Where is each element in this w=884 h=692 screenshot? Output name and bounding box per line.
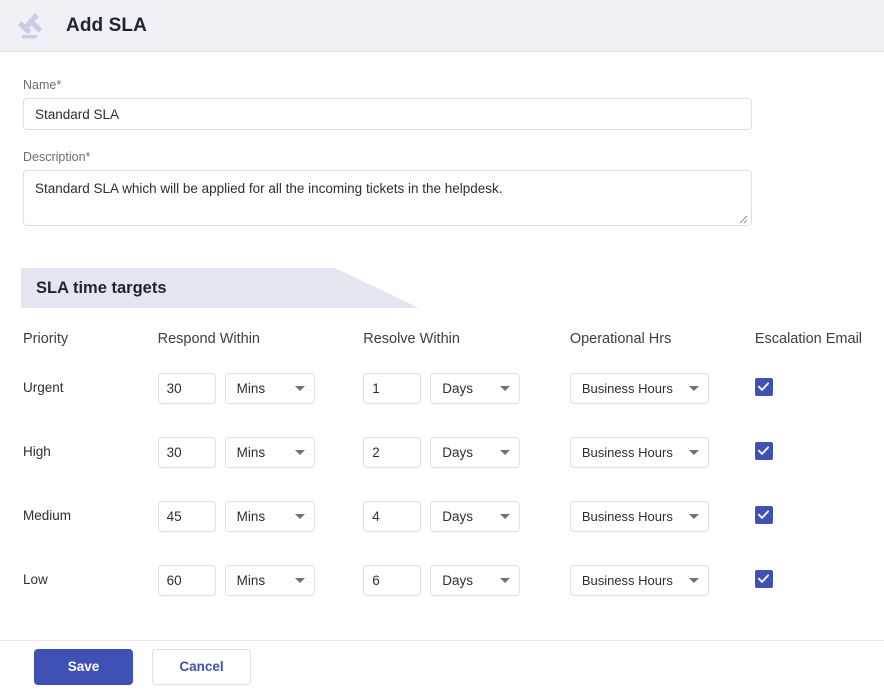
- chevron-down-icon: [294, 385, 305, 391]
- dialog-header: Add SLA: [0, 0, 884, 52]
- resolve-unit-label: Days: [442, 444, 473, 460]
- respond-within-cell: Mins: [135, 420, 341, 484]
- gavel-icon: [17, 9, 51, 43]
- respond-unit-select[interactable]: Mins: [224, 436, 315, 468]
- respond-value-input[interactable]: [157, 564, 216, 596]
- operational-hrs-label: Business Hours: [581, 380, 673, 396]
- resolve-value-input[interactable]: [363, 372, 422, 404]
- operational-hrs-cell: Business Hours: [547, 484, 732, 548]
- page-title: Add SLA: [66, 14, 147, 36]
- respond-within-cell: Mins: [135, 356, 341, 420]
- respond-unit-select[interactable]: Mins: [224, 500, 315, 532]
- escalation-email-cell: [732, 356, 884, 420]
- operational-hrs-cell: Business Hours: [547, 356, 732, 420]
- chevron-down-icon: [294, 513, 305, 519]
- priority-cell: High: [0, 420, 135, 484]
- resolve-within-cell: Days: [340, 484, 547, 548]
- save-button[interactable]: Save: [34, 648, 133, 685]
- description-label: Description*: [23, 150, 91, 164]
- resolve-unit-label: Days: [442, 380, 473, 396]
- respond-value-input[interactable]: [157, 436, 216, 468]
- chevron-down-icon: [688, 449, 699, 455]
- name-field-group: Name*: [0, 52, 884, 130]
- resolve-value-input[interactable]: [363, 564, 422, 596]
- priority-label: Medium: [23, 508, 72, 523]
- chevron-down-icon: [500, 385, 511, 391]
- escalation-email-checkbox[interactable]: [754, 377, 773, 396]
- resolve-unit-select[interactable]: Days: [430, 500, 521, 532]
- respond-within-cell: Mins: [135, 484, 341, 548]
- operational-hrs-cell: Business Hours: [547, 420, 732, 484]
- respond-unit-label: Mins: [236, 508, 266, 524]
- sla-targets-table: Priority Respond Within Resolve Within O…: [0, 322, 884, 612]
- resolve-unit-select[interactable]: Days: [430, 436, 521, 468]
- table-row: Low Mins Days: [0, 548, 884, 612]
- table-row: Urgent Mins Days: [0, 356, 884, 420]
- priority-cell: Medium: [0, 484, 135, 548]
- respond-unit-label: Mins: [236, 380, 266, 396]
- operational-hrs-cell: Business Hours: [547, 548, 732, 612]
- priority-label: Low: [23, 572, 48, 587]
- operational-hrs-label: Business Hours: [581, 572, 673, 588]
- column-header-escalation-email: Escalation Email: [754, 331, 863, 347]
- name-label: Name*: [23, 78, 62, 92]
- description-textarea-wrapper: Standard SLA which will be applied for a…: [23, 170, 752, 226]
- priority-cell: Low: [0, 548, 135, 612]
- priority-label: High: [23, 444, 51, 459]
- description-field-group: Description* Standard SLA which will be …: [0, 130, 884, 226]
- operational-hrs-label: Business Hours: [581, 444, 673, 460]
- priority-cell: Urgent: [0, 356, 135, 420]
- chevron-down-icon: [500, 513, 511, 519]
- resolve-value-input[interactable]: [363, 436, 422, 468]
- respond-value-input[interactable]: [157, 500, 216, 532]
- chevron-down-icon: [688, 577, 699, 583]
- escalation-email-cell: [732, 484, 884, 548]
- operational-hrs-select[interactable]: Business Hours: [569, 500, 709, 532]
- chevron-down-icon: [294, 577, 305, 583]
- chevron-down-icon: [500, 449, 511, 455]
- operational-hrs-select[interactable]: Business Hours: [569, 564, 709, 596]
- respond-within-cell: Mins: [135, 548, 341, 612]
- sla-time-targets-banner: SLA time targets: [21, 268, 421, 308]
- table-row: Medium Mins Days: [0, 484, 884, 548]
- resolve-unit-select[interactable]: Days: [430, 372, 521, 404]
- column-header-resolve-within: Resolve Within: [363, 331, 460, 347]
- priority-label: Urgent: [23, 380, 64, 395]
- banner-title: SLA time targets: [36, 279, 167, 297]
- escalation-email-checkbox[interactable]: [754, 441, 773, 460]
- table-row: High Mins Days: [0, 420, 884, 484]
- chevron-down-icon: [500, 577, 511, 583]
- operational-hrs-select[interactable]: Business Hours: [569, 436, 709, 468]
- resolve-within-cell: Days: [340, 356, 547, 420]
- cancel-button[interactable]: Cancel: [152, 648, 251, 685]
- chevron-down-icon: [294, 449, 305, 455]
- resolve-unit-label: Days: [442, 572, 473, 588]
- resolve-unit-select[interactable]: Days: [430, 564, 521, 596]
- escalation-email-cell: [732, 420, 884, 484]
- respond-unit-label: Mins: [236, 572, 266, 588]
- dialog-body: Name* Description* Standard SLA which wi…: [0, 52, 884, 640]
- name-input[interactable]: [23, 98, 752, 130]
- column-header-respond-within: Respond Within: [157, 331, 260, 347]
- respond-unit-label: Mins: [236, 444, 266, 460]
- table-header-row: Priority Respond Within Resolve Within O…: [0, 322, 884, 356]
- chevron-down-icon: [688, 385, 699, 391]
- chevron-down-icon: [688, 513, 699, 519]
- description-input[interactable]: Standard SLA which will be applied for a…: [23, 170, 752, 226]
- column-header-operational-hrs: Operational Hrs: [569, 331, 672, 347]
- escalation-email-cell: [732, 548, 884, 612]
- operational-hrs-select[interactable]: Business Hours: [569, 372, 709, 404]
- operational-hrs-label: Business Hours: [581, 508, 673, 524]
- resolve-within-cell: Days: [340, 420, 547, 484]
- respond-unit-select[interactable]: Mins: [224, 372, 315, 404]
- respond-value-input[interactable]: [157, 372, 216, 404]
- resolve-unit-label: Days: [442, 508, 473, 524]
- dialog-footer: Save Cancel: [0, 640, 884, 692]
- resolve-value-input[interactable]: [363, 500, 422, 532]
- escalation-email-checkbox[interactable]: [754, 569, 773, 588]
- column-header-priority: Priority: [23, 331, 69, 347]
- escalation-email-checkbox[interactable]: [754, 505, 773, 524]
- respond-unit-select[interactable]: Mins: [224, 564, 315, 596]
- resolve-within-cell: Days: [340, 548, 547, 612]
